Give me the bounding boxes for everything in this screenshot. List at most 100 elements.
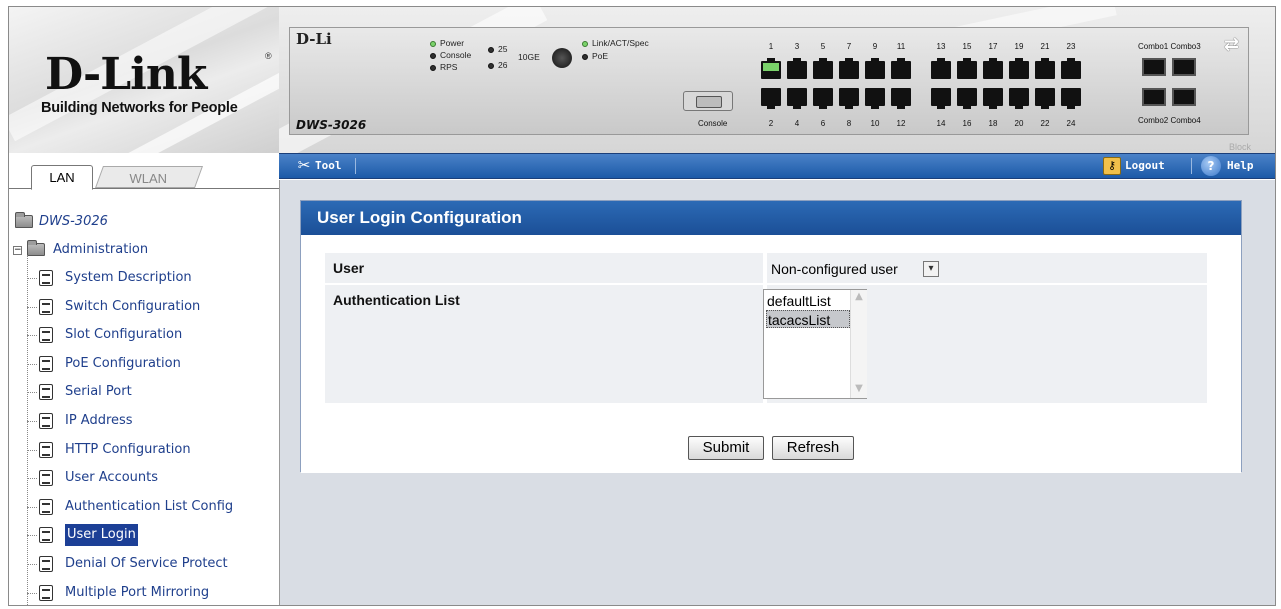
- port-number: 15: [962, 42, 972, 51]
- chevron-down-icon[interactable]: ▾: [923, 261, 939, 277]
- help-icon[interactable]: ?: [1201, 156, 1221, 176]
- logout-button[interactable]: Logout: [1125, 157, 1165, 175]
- device-header: D-Li DWS-3026 Power Console RPS 25 26 10…: [279, 7, 1275, 153]
- auth-row-label: Authentication List: [325, 285, 763, 403]
- page-icon: [39, 384, 53, 401]
- toolbar-divider: [355, 158, 356, 174]
- ethernet-port: [983, 88, 1003, 109]
- tree-item-label: System Description: [65, 270, 192, 285]
- ethernet-port: [761, 58, 781, 79]
- page-icon: [39, 470, 53, 487]
- ethernet-port: [813, 58, 833, 79]
- console-port-label: Console: [698, 119, 728, 128]
- tree-item-label: Serial Port: [65, 384, 132, 400]
- ethernet-port: [957, 88, 977, 109]
- port-number: 11: [896, 42, 906, 51]
- port-number: 19: [1014, 42, 1024, 51]
- port26-led: [488, 63, 494, 69]
- block-label: Block: [1229, 142, 1252, 152]
- list-option-selected[interactable]: tacacsList: [766, 310, 850, 328]
- port-number: 6: [820, 119, 826, 128]
- brand-tagline: Building Networks for People: [41, 100, 238, 116]
- nav-tabs: LAN WLAN: [9, 153, 279, 190]
- ethernet-port: [891, 88, 911, 109]
- sfp-port: [1172, 88, 1196, 106]
- ethernet-port: [957, 58, 977, 79]
- tree-item-label: Denial Of Service Protect: [65, 556, 228, 571]
- scroll-down-icon[interactable]: ▼: [854, 384, 864, 394]
- tab-wlan[interactable]: WLAN: [95, 166, 204, 188]
- logout-icon[interactable]: ⚷: [1103, 157, 1121, 175]
- authentication-list[interactable]: defaultList tacacsList ▲ ▼: [763, 289, 867, 399]
- port25-label: 25: [498, 44, 508, 54]
- console-led-label: Console: [440, 50, 472, 60]
- port-number: 20: [1014, 119, 1024, 128]
- port-number: 13: [936, 42, 946, 51]
- ethernet-port: [1009, 88, 1029, 109]
- page-icon: [39, 298, 53, 315]
- tree-item-label: User Login: [65, 524, 138, 547]
- tool-icon[interactable]: ✂: [295, 156, 313, 174]
- ethernet-port: [839, 88, 859, 109]
- page-icon: [39, 556, 53, 572]
- page-icon: [39, 527, 53, 544]
- navigation-tree: DWS-3026 − Administration System Descrip…: [9, 193, 279, 605]
- tool-menu[interactable]: Tool: [315, 157, 342, 175]
- list-scrollbar[interactable]: ▲ ▼: [850, 290, 867, 398]
- port-number: 4: [794, 119, 800, 128]
- port-number: 8: [846, 119, 852, 128]
- sfp-port: [1172, 58, 1196, 76]
- tab-wlan-label: WLAN: [129, 171, 168, 186]
- port-number: 14: [936, 119, 946, 128]
- link-led: [582, 41, 588, 47]
- submit-button[interactable]: Submit: [688, 436, 764, 460]
- mode-knob: [552, 48, 572, 68]
- page-icon: [39, 327, 53, 344]
- port-number: 5: [820, 42, 826, 51]
- port-number: 21: [1040, 42, 1050, 51]
- tree-item-label: Slot Configuration: [65, 327, 183, 343]
- ethernet-port: [787, 88, 807, 109]
- scroll-up-icon[interactable]: ▲: [854, 292, 864, 302]
- poe-label: PoE: [592, 51, 609, 61]
- tree-item-label: Multiple Port Mirroring: [65, 584, 210, 600]
- ethernet-port: [813, 88, 833, 109]
- tab-lan[interactable]: LAN: [31, 165, 93, 190]
- tree-item-label: PoE Configuration: [65, 355, 181, 371]
- logo-area: D-Link ® Building Networks for People: [9, 7, 279, 153]
- collapse-icon[interactable]: −: [13, 246, 22, 255]
- ethernet-port: [1061, 58, 1081, 79]
- port-number: 22: [1040, 119, 1050, 128]
- folder-icon: [15, 212, 33, 228]
- ethernet-port: [1061, 88, 1081, 109]
- ethernet-port: [1009, 58, 1029, 79]
- ethernet-port: [865, 88, 885, 109]
- tree-item-label: HTTP Configuration: [65, 441, 191, 457]
- poe-led: [582, 54, 588, 60]
- help-button[interactable]: Help: [1227, 157, 1254, 175]
- ethernet-port: [787, 58, 807, 79]
- tree-folder-label: Administration: [53, 242, 149, 257]
- console-port: [683, 91, 733, 111]
- tree-item-label: Switch Configuration: [65, 298, 201, 314]
- ethernet-port: [1035, 88, 1055, 109]
- port26-label: 26: [498, 60, 508, 70]
- toolbar: ✂ Tool ⚷ Logout ? Help: [279, 153, 1275, 179]
- power-label: Power: [440, 38, 465, 48]
- ethernet-port: [761, 88, 781, 109]
- ethernet-port: [839, 58, 859, 79]
- ethernet-port: [891, 58, 911, 79]
- port-number: 16: [962, 119, 972, 128]
- sfp-port: [1142, 58, 1166, 76]
- port-number: 1: [768, 42, 774, 51]
- page-icon: [39, 498, 53, 515]
- switch-faceplate: D-Li DWS-3026 Power Console RPS 25 26 10…: [289, 27, 1249, 135]
- port-number: 18: [988, 119, 998, 128]
- refresh-button[interactable]: Refresh: [772, 436, 854, 460]
- folder-open-icon: [27, 240, 45, 256]
- list-option[interactable]: defaultList: [766, 292, 850, 310]
- rps-label: RPS: [440, 62, 458, 72]
- port-number: 3: [794, 42, 800, 51]
- tree-item-label: IP Address: [65, 413, 133, 428]
- dlink-logo: D-Link: [45, 49, 207, 100]
